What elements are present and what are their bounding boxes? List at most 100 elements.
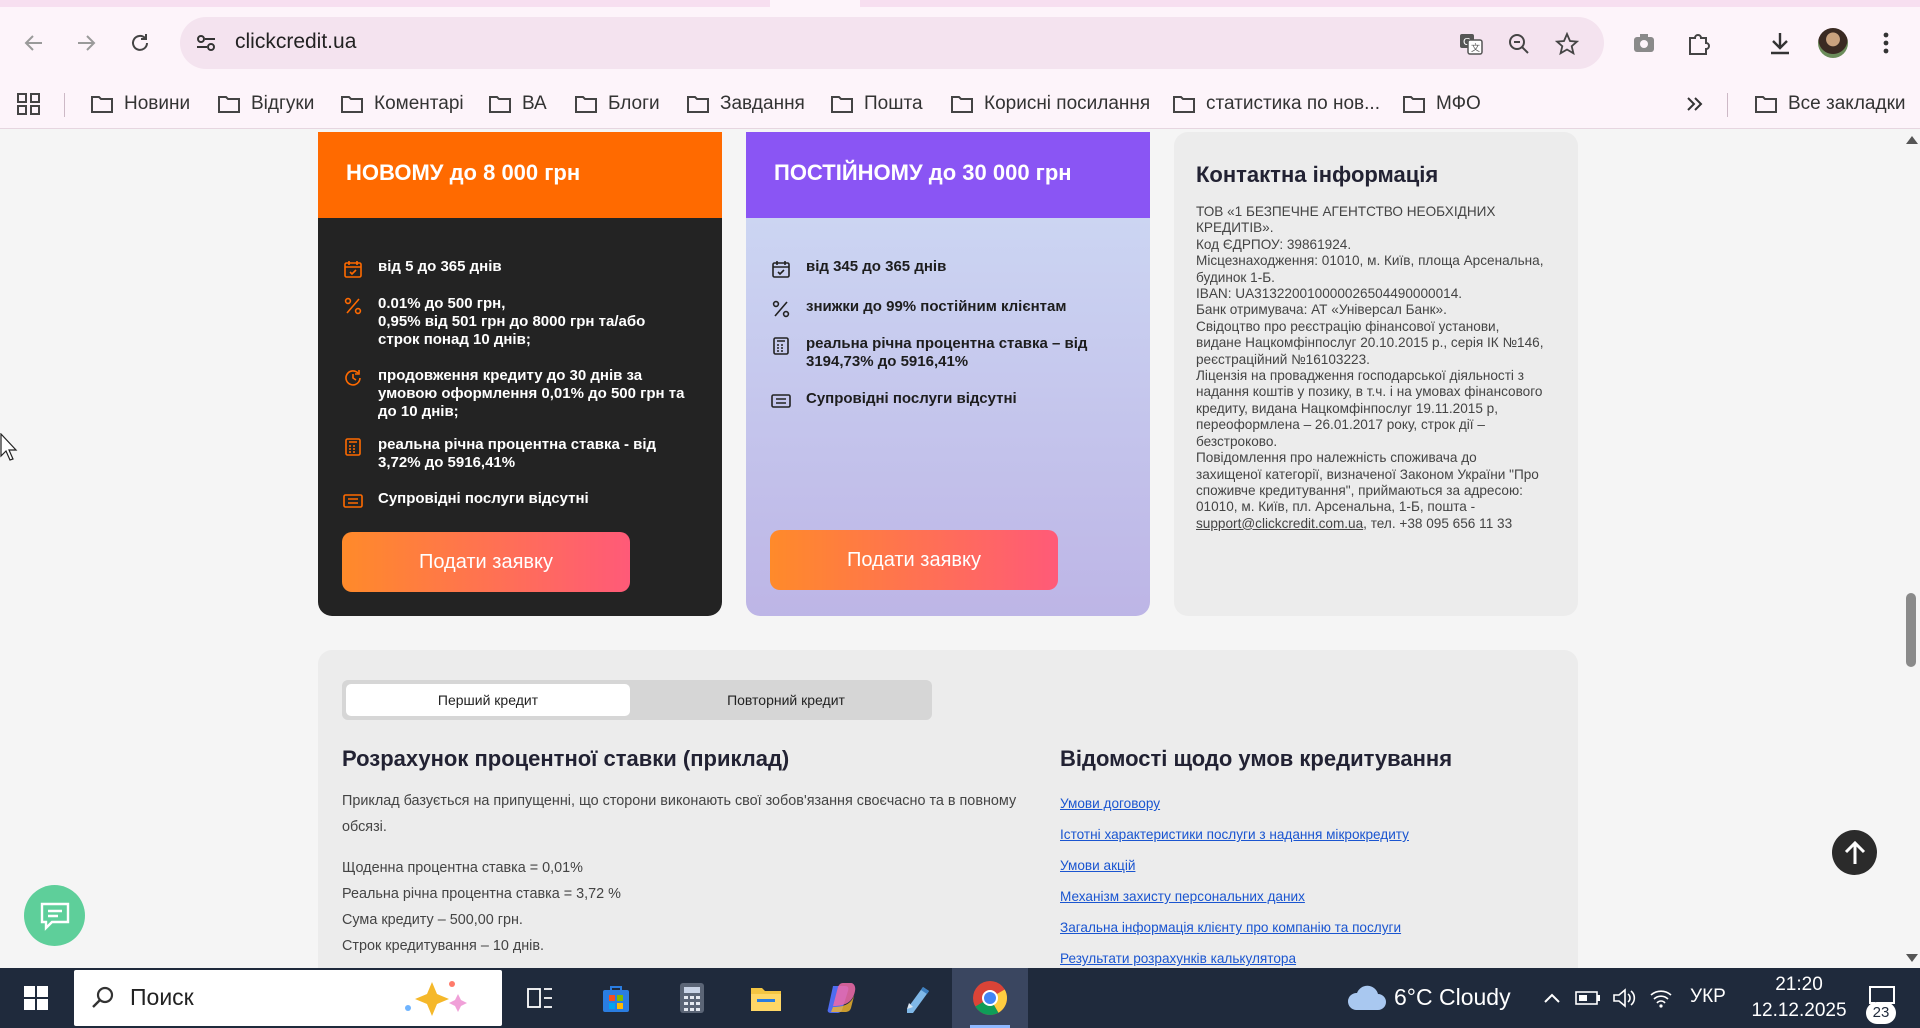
battery-icon[interactable] [1572, 968, 1604, 1028]
calc-row: Строк кредитування – 10 днів. [342, 938, 545, 954]
link-promo-terms[interactable]: Умови акцій [1060, 858, 1135, 873]
bookmark-folder[interactable]: МФО [1402, 87, 1481, 121]
reload-icon [132, 34, 148, 51]
support-email-link[interactable]: support@clickcredit.com.ua [1196, 516, 1363, 531]
copilot-icon[interactable] [816, 968, 868, 1028]
calendar-icon [770, 258, 792, 280]
document-icon [342, 490, 364, 512]
search-icon [92, 986, 114, 1008]
clock-date[interactable]: 12.12.2025 [1742, 1000, 1856, 1022]
task-view-icon[interactable] [516, 968, 564, 1028]
link-calculator-results[interactable]: Результати розрахунків калькулятора [1060, 951, 1296, 966]
tab-repeat-credit[interactable]: Повторний кредит [644, 684, 928, 716]
taskbar-search[interactable]: Поиск [74, 970, 502, 1026]
apply-button[interactable]: Подати заявку [770, 530, 1058, 590]
bookmark-folder[interactable]: статистика по нов... [1172, 87, 1380, 121]
windows-taskbar: Поиск 6°C Cloudy УКР 21:20 12.12.2025 23 [0, 968, 1920, 1028]
windows-start-icon[interactable] [12, 968, 60, 1028]
clock-time[interactable]: 21:20 [1764, 974, 1834, 996]
network-icon[interactable] [1644, 968, 1678, 1028]
menu-kebab-icon[interactable] [1868, 25, 1904, 61]
scrollbar-thumb[interactable] [1906, 593, 1916, 667]
bookmark-folder[interactable]: Коментарі [340, 87, 464, 121]
contact-title: Контактна інформація [1196, 162, 1439, 187]
apply-button[interactable]: Подати заявку [342, 532, 630, 592]
chrome-taskbar-app[interactable] [952, 968, 1028, 1028]
folder-icon [831, 96, 853, 113]
link-data-protection[interactable]: Механізм захисту персональних даних [1060, 889, 1305, 904]
chat-button[interactable] [24, 885, 85, 946]
search-highlight-sparkle-icon [405, 981, 467, 1016]
chrome-icon [973, 981, 1007, 1015]
file-explorer-icon[interactable] [740, 968, 792, 1028]
refresh-icon [342, 367, 364, 389]
weather-cloud-icon[interactable] [1344, 968, 1390, 1028]
bookmark-folder[interactable]: Корисні посилання [950, 87, 1150, 121]
page-scrollbar[interactable] [1902, 130, 1920, 968]
percent-icon [770, 298, 792, 320]
folder-icon [91, 96, 113, 113]
translate-icon[interactable]: G文 [1458, 31, 1484, 57]
card-title: ПОСТІЙНОМУ до 30 000 грн [746, 132, 1150, 218]
arrow-up-icon [1844, 840, 1865, 864]
screenshot-icon[interactable] [1626, 25, 1662, 61]
bookmark-folder[interactable]: Відгуки [217, 87, 314, 121]
scroll-to-top-button[interactable] [1832, 830, 1877, 875]
url-text[interactable]: clickcredit.ua [235, 30, 356, 54]
card-title: НОВОМУ до 8 000 грн [318, 132, 722, 218]
calculator-app-icon[interactable] [666, 968, 718, 1028]
site-settings-icon[interactable] [194, 31, 218, 55]
calculator-icon [342, 436, 364, 458]
feature-discount: знижки до 99% постійним клієнтам [770, 298, 1126, 320]
link-general-info[interactable]: Загальна інформація клієнту про компанію… [1060, 920, 1401, 935]
input-language[interactable]: УКР [1690, 986, 1726, 1008]
profile-avatar[interactable] [1818, 28, 1848, 58]
calc-row: Щоденна процентна ставка = 0,01% [342, 860, 583, 876]
reload-button[interactable] [122, 25, 158, 61]
download-icon[interactable] [1762, 25, 1798, 61]
link-contract-terms[interactable]: Умови договору [1060, 796, 1160, 811]
browser-toolbar: clickcredit.ua G文 [0, 7, 1920, 79]
bookmark-folder[interactable]: Новини [90, 87, 190, 121]
feature-prolongation: продовження кредиту до 30 днів за умовою … [342, 367, 698, 421]
zoom-icon[interactable] [1506, 31, 1532, 57]
calc-row: Реальна річна процентна ставка = 3,72 % [342, 886, 621, 902]
all-bookmarks-folder[interactable]: Все закладки [1754, 87, 1906, 121]
folder-icon [341, 96, 363, 113]
volume-icon[interactable] [1608, 968, 1640, 1028]
document-icon [770, 390, 792, 412]
bookmark-folder[interactable]: Блоги [574, 87, 660, 121]
more-bookmarks-chevron-icon[interactable] [1684, 87, 1704, 121]
folder-icon [1173, 96, 1195, 113]
contact-info-panel: Контактна інформація ТОВ «1 БЕЗПЕЧНЕ АГЕ… [1174, 132, 1578, 616]
notes-app-icon[interactable] [890, 968, 942, 1028]
folder-icon [951, 96, 973, 113]
percent-icon [342, 295, 364, 317]
arrow-left-icon [24, 35, 42, 51]
address-bar[interactable]: clickcredit.ua G文 [180, 17, 1604, 69]
mouse-cursor-icon [0, 433, 18, 461]
tray-chevron-up-icon[interactable] [1536, 968, 1568, 1028]
weather-text[interactable]: 6°C Cloudy [1394, 984, 1511, 1011]
ms-store-icon[interactable] [590, 968, 642, 1028]
bookmark-folder[interactable]: Пошта [830, 87, 923, 121]
folder-icon [1403, 96, 1425, 113]
bookmark-folder[interactable]: Завдання [686, 87, 805, 121]
feature-rate: 0.01% до 500 грн, 0,95% від 501 грн до 80… [342, 295, 698, 349]
rate-calculation-section: Перший кредит Повторний кредит Розрахуно… [318, 650, 1578, 968]
apps-grid-icon[interactable] [16, 87, 42, 121]
contact-details: ТОВ «1 БЕЗПЕЧНЕ АГЕНТСТВО НЕОБХІДНИХ КРЕ… [1196, 204, 1544, 531]
arrow-right-icon [78, 35, 96, 51]
calc-description: Приклад базується на припущенні, що стор… [342, 793, 1017, 835]
tab-first-credit[interactable]: Перший кредит [346, 684, 630, 716]
tab-strip [0, 0, 1920, 7]
link-service-characteristics[interactable]: Істотні характеристики послуги з надання… [1060, 827, 1409, 842]
bookmark-folder[interactable]: ВА [488, 87, 547, 121]
credit-type-switch: Перший кредит Повторний кредит [342, 680, 932, 720]
bookmark-star-icon[interactable] [1554, 31, 1580, 57]
forward-button[interactable] [68, 25, 104, 61]
folder-icon [575, 96, 597, 113]
calc-row: Сума кредиту – 500,00 грн. [342, 912, 523, 928]
back-button[interactable] [16, 25, 52, 61]
extensions-icon[interactable] [1680, 25, 1716, 61]
